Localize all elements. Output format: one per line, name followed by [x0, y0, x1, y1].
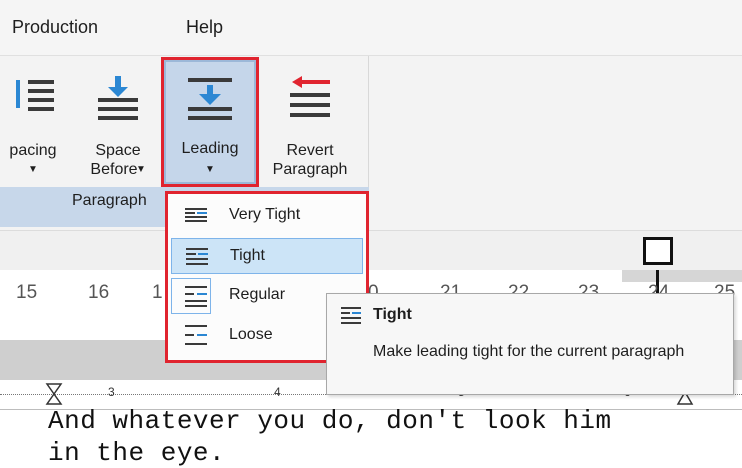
- space-before-button[interactable]: Space Before ▼: [80, 56, 156, 182]
- leading-icon: [188, 78, 232, 120]
- leading-very-tight-icon: [185, 208, 207, 222]
- dropdown-item-label: Loose: [229, 326, 273, 343]
- leading-tight-icon: [341, 307, 361, 324]
- space-before-icon: [98, 76, 138, 120]
- document-line[interactable]: in the eye.: [48, 438, 225, 468]
- revert-label-1: Revert: [286, 142, 334, 159]
- menu-help[interactable]: Help: [186, 17, 223, 38]
- toolbar-strip: [0, 230, 742, 270]
- ruler-number: 4: [274, 385, 281, 399]
- menu-bar: Production Help: [0, 0, 742, 56]
- line-spacing-icon: [16, 80, 54, 111]
- indent-marker-icon[interactable]: [44, 382, 64, 408]
- leading-regular-icon: [185, 286, 207, 307]
- space-before-label-1: Space: [95, 142, 141, 159]
- dropdown-item-label: Tight: [230, 247, 265, 264]
- menu-production[interactable]: Production: [12, 17, 98, 38]
- tooltip-description: Make leading tight for the current parag…: [373, 343, 685, 360]
- leading-label: Leading: [181, 140, 239, 157]
- tooltip: Tight Make leading tight for the current…: [326, 293, 734, 395]
- ruler-number: 1: [152, 282, 163, 303]
- document-line[interactable]: And whatever you do, don't look him: [48, 406, 612, 436]
- marker-box[interactable]: [643, 237, 673, 265]
- leading-button[interactable]: Leading ▼: [161, 57, 259, 187]
- ribbon: pacing ▼ Space Before ▼ Leading ▼ Revert…: [0, 56, 742, 230]
- ruler-number: 15: [16, 282, 38, 303]
- leading-tight-icon: [186, 248, 208, 265]
- paragraph-group-label: Paragraph: [72, 192, 147, 209]
- chevron-down-icon: ▼: [28, 164, 38, 175]
- ruler-number: 3: [108, 385, 115, 399]
- chevron-down-icon: ▼: [205, 164, 215, 175]
- dropdown-item-label: Very Tight: [229, 206, 301, 223]
- revert-paragraph-icon: [290, 76, 330, 117]
- dropdown-item-tight[interactable]: Tight: [171, 238, 363, 274]
- tooltip-title: Tight: [373, 306, 412, 323]
- spacing-label: pacing: [9, 142, 57, 159]
- ruler-number: 16: [88, 282, 110, 303]
- spacing-button[interactable]: pacing ▼: [0, 56, 72, 182]
- leading-loose-icon: [185, 325, 207, 345]
- dropdown-item-label: Regular: [229, 286, 286, 303]
- chevron-down-icon: ▼: [136, 164, 146, 175]
- dropdown-item-very-tight[interactable]: Very Tight: [171, 198, 363, 234]
- ruler-shade: [622, 270, 742, 282]
- revert-label-2: Paragraph: [272, 161, 348, 178]
- revert-paragraph-button[interactable]: Revert Paragraph: [258, 56, 362, 182]
